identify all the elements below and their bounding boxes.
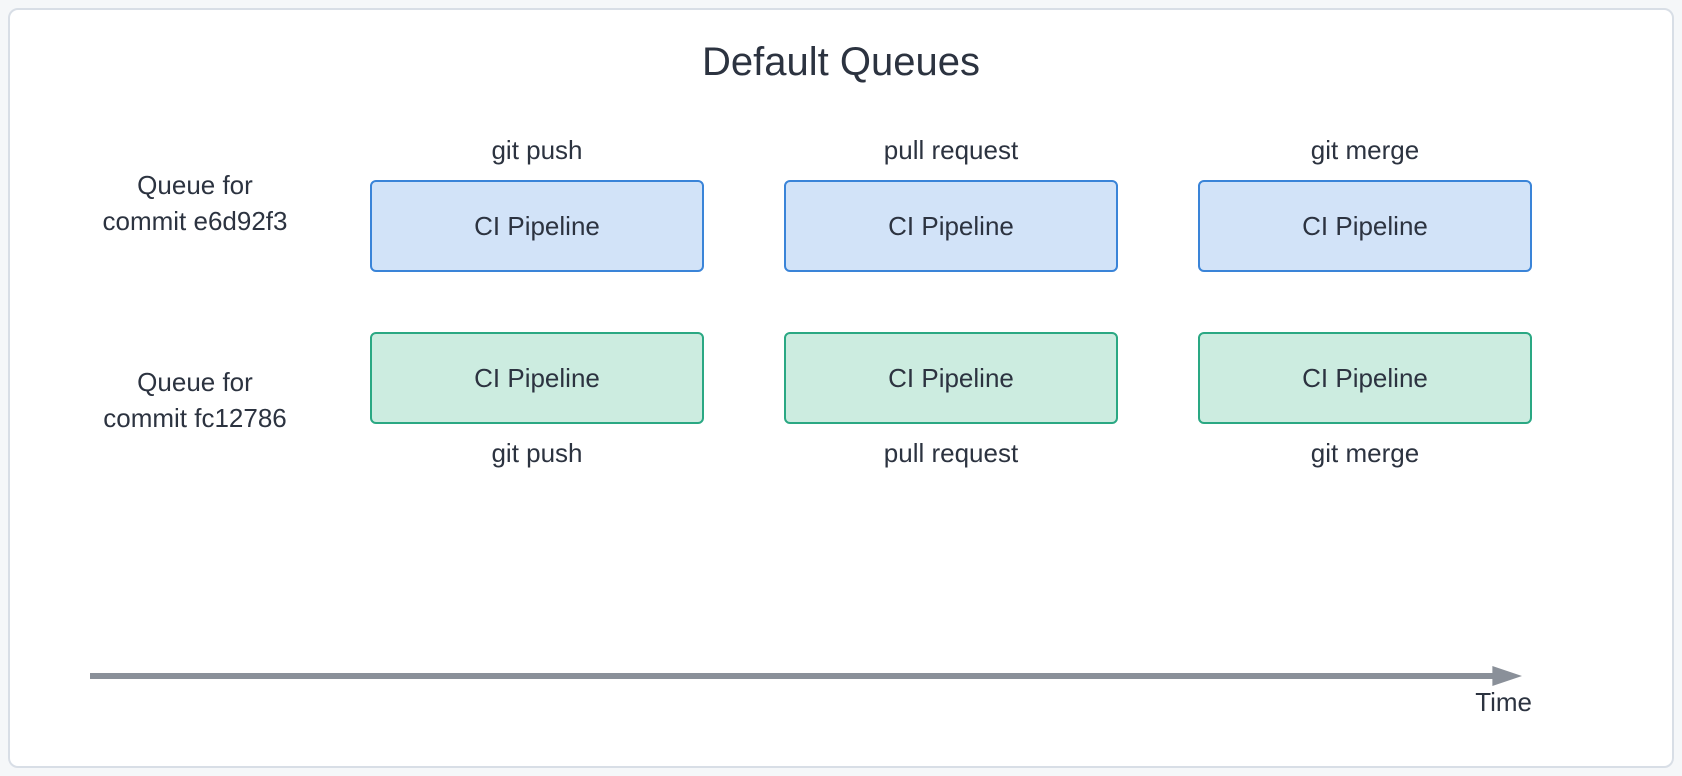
queue-label: Queue for commit e6d92f3 bbox=[80, 168, 310, 238]
stage: git merge CI Pipeline bbox=[1198, 135, 1532, 272]
pipeline-box: CI Pipeline bbox=[784, 180, 1118, 272]
stage: CI Pipeline pull request bbox=[784, 332, 1118, 469]
stage: CI Pipeline git merge bbox=[1198, 332, 1532, 469]
queue-label-line1: Queue for bbox=[137, 170, 253, 200]
time-axis bbox=[90, 666, 1522, 676]
diagram-title: Default Queues bbox=[50, 40, 1632, 85]
stage-event-label: git merge bbox=[1311, 135, 1419, 166]
diagram-frame: Default Queues Queue for commit e6d92f3 … bbox=[8, 8, 1674, 768]
queue-label-line1: Queue for bbox=[137, 367, 253, 397]
stages-row: CI Pipeline git push CI Pipeline pull re… bbox=[370, 332, 1532, 469]
pipeline-box: CI Pipeline bbox=[1198, 332, 1532, 424]
queue-row: Queue for commit e6d92f3 git push CI Pip… bbox=[80, 135, 1532, 272]
pipeline-box: CI Pipeline bbox=[370, 332, 704, 424]
queue-row: Queue for commit fc12786 CI Pipeline git… bbox=[80, 332, 1532, 469]
time-axis-label: Time bbox=[1475, 687, 1532, 718]
stage-event-label: pull request bbox=[884, 135, 1018, 166]
arrow-icon bbox=[90, 666, 1522, 686]
stage-event-label: git push bbox=[491, 135, 582, 166]
queue-label-line2: commit e6d92f3 bbox=[103, 206, 288, 236]
stage: CI Pipeline git push bbox=[370, 332, 704, 469]
stage: pull request CI Pipeline bbox=[784, 135, 1118, 272]
stage-event-label: git push bbox=[491, 438, 582, 469]
pipeline-box: CI Pipeline bbox=[1198, 180, 1532, 272]
queue-label-line2: commit fc12786 bbox=[103, 403, 287, 433]
stages-row: git push CI Pipeline pull request CI Pip… bbox=[370, 135, 1532, 272]
queue-label: Queue for commit fc12786 bbox=[80, 365, 310, 435]
stage: git push CI Pipeline bbox=[370, 135, 704, 272]
stage-event-label: git merge bbox=[1311, 438, 1419, 469]
pipeline-box: CI Pipeline bbox=[784, 332, 1118, 424]
pipeline-box: CI Pipeline bbox=[370, 180, 704, 272]
stage-event-label: pull request bbox=[884, 438, 1018, 469]
queues-container: Queue for commit e6d92f3 git push CI Pip… bbox=[50, 135, 1632, 469]
